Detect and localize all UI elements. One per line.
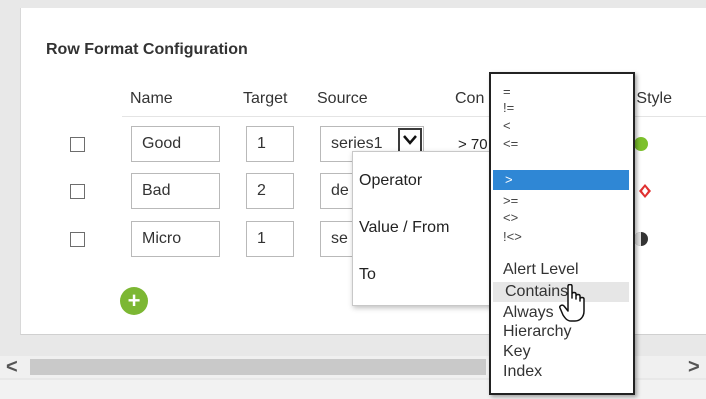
hand-pointer-icon [559, 283, 587, 329]
style-indicator-icon[interactable] [634, 137, 648, 151]
scroll-right-button[interactable]: > [688, 357, 700, 377]
operator-option[interactable]: != [491, 98, 629, 118]
column-header-name: Name [130, 90, 173, 107]
to-label: To [359, 266, 376, 283]
row-target-input[interactable]: 1 [246, 126, 294, 162]
operator-option[interactable]: !<> [491, 227, 629, 247]
value-from-label: Value / From [359, 219, 450, 236]
column-header-condition: Con [455, 90, 485, 107]
operator-label: Operator [359, 172, 423, 189]
operator-option[interactable]: <> [491, 208, 629, 228]
chevron-down-icon [403, 135, 417, 145]
operator-option[interactable]: <= [491, 134, 629, 154]
row-name-input[interactable]: Good [131, 126, 220, 162]
row-select-checkbox[interactable] [70, 184, 85, 199]
operator-option[interactable]: Alert Level [491, 260, 629, 280]
operator-dropdown-list[interactable]: = != < <= > >= <> !<> Alert Level Contai… [489, 72, 635, 395]
column-header-style: Style [636, 90, 672, 107]
operator-option[interactable]: < [491, 116, 629, 136]
scroll-left-button[interactable]: < [6, 357, 18, 377]
row-target-input[interactable]: 1 [246, 221, 294, 257]
row-select-checkbox[interactable] [70, 232, 85, 247]
operator-option-selected[interactable]: > [493, 170, 629, 190]
scrollbar-thumb[interactable] [30, 359, 486, 375]
row-name-input[interactable]: Bad [131, 173, 220, 209]
warning-diamond-icon[interactable] [638, 183, 652, 204]
column-header-target: Target [243, 90, 288, 107]
column-header-source: Source [317, 90, 368, 107]
operator-option[interactable]: Key [491, 342, 629, 362]
operator-option[interactable]: Index [491, 362, 629, 382]
row-name-input[interactable]: Micro [131, 221, 220, 257]
add-row-button[interactable]: + [120, 287, 148, 315]
panel-title: Row Format Configuration [46, 41, 248, 58]
row-select-checkbox[interactable] [70, 137, 85, 152]
row-target-input[interactable]: 2 [246, 173, 294, 209]
half-circle-icon[interactable] [634, 232, 648, 251]
condition-editor-popup: Operator Value / From To [352, 151, 504, 306]
